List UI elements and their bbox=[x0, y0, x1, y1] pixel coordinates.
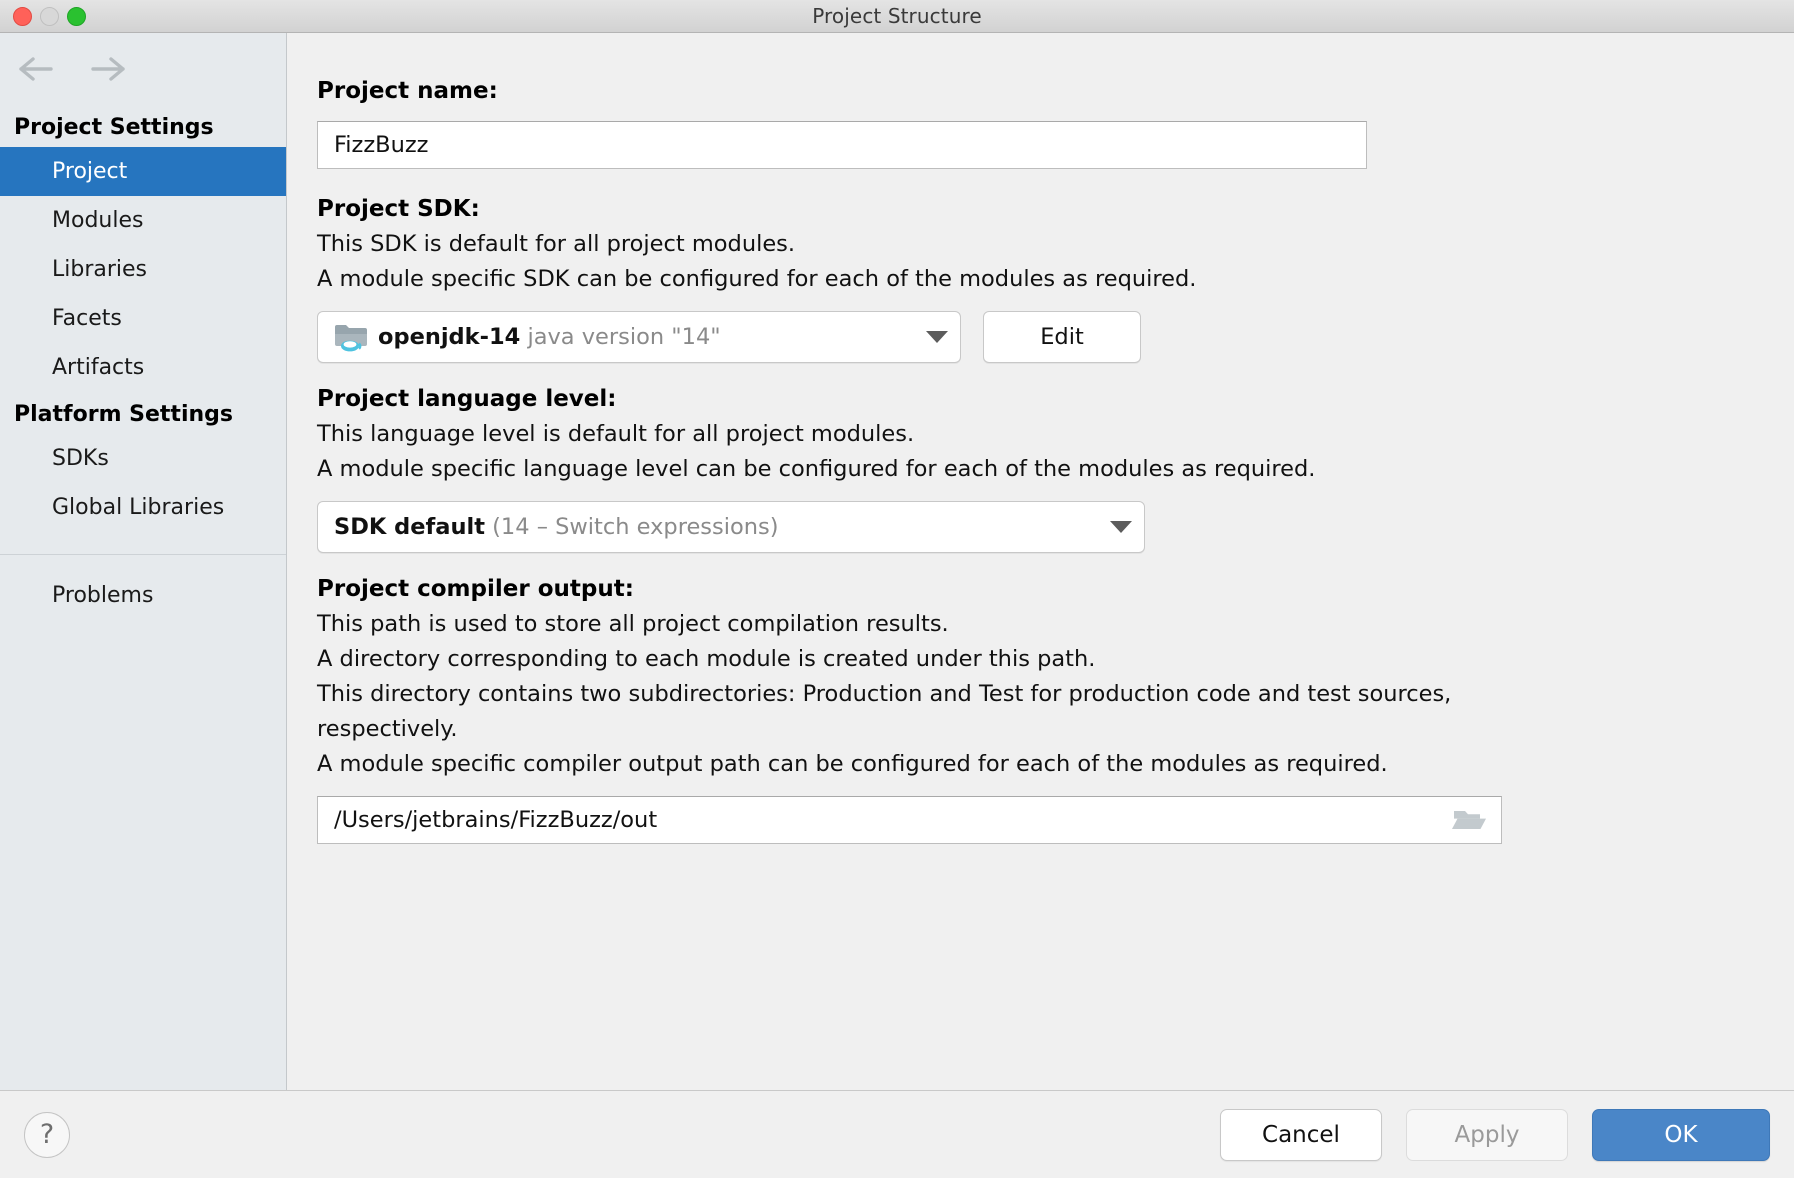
project-sdk-value-version: java version "14" bbox=[527, 324, 720, 350]
ok-button[interactable]: OK bbox=[1592, 1109, 1770, 1161]
sidebar-group-project-settings: Project Settings bbox=[0, 105, 286, 147]
sidebar-item-global-libraries[interactable]: Global Libraries bbox=[0, 483, 286, 532]
project-language-level-combobox[interactable]: SDK default (14 – Switch expressions) bbox=[317, 501, 1145, 553]
cancel-button[interactable]: Cancel bbox=[1220, 1109, 1382, 1161]
compiler-output-description-line-4: A module specific compiler output path c… bbox=[317, 747, 1527, 782]
minimize-button[interactable] bbox=[40, 7, 59, 26]
open-folder-icon[interactable] bbox=[1451, 806, 1489, 834]
java-sdk-folder-icon bbox=[334, 322, 368, 352]
language-level-value-detail: (14 – Switch expressions) bbox=[492, 514, 778, 540]
compiler-output-description-line-2: A directory corresponding to each module… bbox=[317, 642, 1770, 677]
chevron-down-icon[interactable] bbox=[926, 331, 948, 343]
dialog-body: Project Settings Project Modules Librari… bbox=[0, 33, 1794, 1090]
project-sdk-label: Project SDK: bbox=[317, 191, 1770, 227]
back-arrow-icon[interactable] bbox=[18, 56, 54, 82]
settings-sidebar: Project Settings Project Modules Librari… bbox=[0, 33, 287, 1090]
footer-buttons: Cancel Apply OK bbox=[1220, 1109, 1770, 1161]
project-name-value: FizzBuzz bbox=[334, 132, 429, 158]
sidebar-item-problems[interactable]: Problems bbox=[0, 571, 286, 620]
compiler-output-description-line-1: This path is used to store all project c… bbox=[317, 607, 1770, 642]
language-level-description-line-2: A module specific language level can be … bbox=[317, 452, 1770, 487]
project-sdk-row: openjdk-14 java version "14" Edit bbox=[317, 311, 1770, 363]
project-sdk-description-line-1: This SDK is default for all project modu… bbox=[317, 227, 1770, 262]
language-level-description-line-1: This language level is default for all p… bbox=[317, 417, 1770, 452]
language-level-value-name: SDK default bbox=[334, 514, 485, 540]
project-sdk-description-line-2: A module specific SDK can be configured … bbox=[317, 262, 1770, 297]
chevron-down-icon[interactable] bbox=[1110, 521, 1132, 533]
sidebar-item-list: Project Settings Project Modules Librari… bbox=[0, 105, 286, 620]
window-titlebar: Project Structure bbox=[0, 0, 1794, 33]
sidebar-item-facets[interactable]: Facets bbox=[0, 294, 286, 343]
sidebar-item-libraries[interactable]: Libraries bbox=[0, 245, 286, 294]
project-structure-dialog: Project Structure Project Settings Pr bbox=[0, 0, 1794, 1178]
apply-button[interactable]: Apply bbox=[1406, 1109, 1568, 1161]
project-settings-panel: Project name: FizzBuzz Project SDK: This… bbox=[287, 33, 1794, 1090]
window-controls bbox=[13, 0, 86, 33]
project-sdk-value: openjdk-14 java version "14" bbox=[378, 324, 914, 350]
sidebar-group-platform-settings: Platform Settings bbox=[0, 392, 286, 434]
sidebar-navigation bbox=[0, 33, 286, 105]
help-button[interactable]: ? bbox=[24, 1112, 70, 1158]
close-button[interactable] bbox=[13, 7, 32, 26]
window-title: Project Structure bbox=[812, 4, 982, 28]
sidebar-divider bbox=[0, 554, 286, 555]
project-language-level-label: Project language level: bbox=[317, 381, 1770, 417]
zoom-button[interactable] bbox=[67, 7, 86, 26]
project-name-input[interactable]: FizzBuzz bbox=[317, 121, 1367, 169]
dialog-footer: ? Cancel Apply OK bbox=[0, 1090, 1794, 1178]
sidebar-item-modules[interactable]: Modules bbox=[0, 196, 286, 245]
compiler-output-path-input[interactable]: /Users/jetbrains/FizzBuzz/out bbox=[317, 796, 1502, 844]
sidebar-item-artifacts[interactable]: Artifacts bbox=[0, 343, 286, 392]
project-sdk-value-name: openjdk-14 bbox=[378, 324, 520, 350]
sidebar-item-sdks[interactable]: SDKs bbox=[0, 434, 286, 483]
project-name-label: Project name: bbox=[317, 73, 1770, 109]
compiler-output-description-line-3: This directory contains two subdirectori… bbox=[317, 677, 1527, 747]
edit-sdk-button[interactable]: Edit bbox=[983, 311, 1141, 363]
compiler-output-path-value: /Users/jetbrains/FizzBuzz/out bbox=[334, 807, 1451, 833]
language-level-value: SDK default (14 – Switch expressions) bbox=[334, 514, 1098, 540]
forward-arrow-icon[interactable] bbox=[90, 56, 126, 82]
project-compiler-output-label: Project compiler output: bbox=[317, 571, 1770, 607]
project-sdk-combobox[interactable]: openjdk-14 java version "14" bbox=[317, 311, 961, 363]
sidebar-item-project[interactable]: Project bbox=[0, 147, 286, 196]
